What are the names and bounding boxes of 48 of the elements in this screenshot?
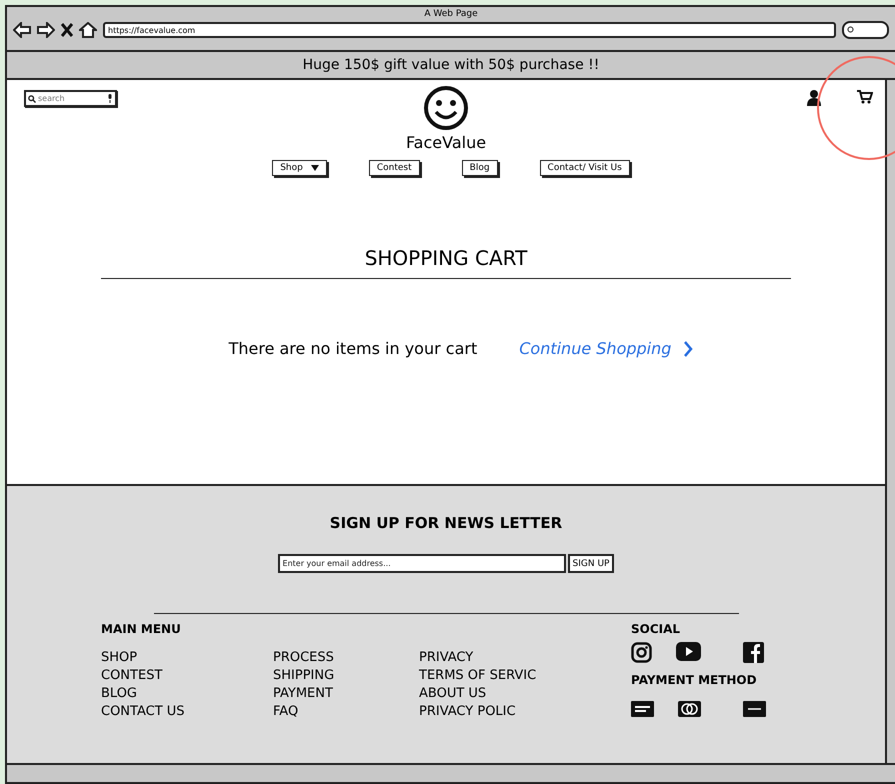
continue-shopping-link[interactable]: Continue Shopping bbox=[519, 339, 694, 358]
nav-button[interactable]: Blog bbox=[462, 160, 498, 176]
cart-icon[interactable] bbox=[857, 90, 873, 104]
footer-link[interactable]: ABOUT US bbox=[419, 686, 619, 701]
search-field[interactable]: search bbox=[24, 90, 117, 107]
footer-link[interactable]: CONTACT US bbox=[101, 704, 273, 719]
forward-icon[interactable] bbox=[37, 22, 55, 38]
user-icon[interactable] bbox=[807, 90, 821, 106]
nav-button[interactable]: Shop bbox=[272, 160, 327, 176]
chevron-icon bbox=[683, 340, 694, 358]
newsletter-heading: SIGN UP FOR NEWS LETTER bbox=[330, 514, 562, 532]
footer-link[interactable]: SHOP bbox=[101, 650, 273, 665]
smiley-logo-icon bbox=[423, 85, 469, 131]
facebook-icon[interactable] bbox=[743, 642, 764, 663]
email-field[interactable]: Enter your email address... bbox=[278, 554, 566, 573]
promo-banner: Huge 150$ gift value with 50$ purchase !! bbox=[7, 50, 895, 80]
close-icon[interactable] bbox=[61, 23, 73, 37]
card-icon bbox=[631, 701, 654, 717]
footer-link[interactable]: CONTEST bbox=[101, 668, 273, 683]
footer-link[interactable]: PRIVACY bbox=[419, 650, 619, 665]
footer-link[interactable]: PAYMENT bbox=[273, 686, 419, 701]
menu-heading: MAIN MENU bbox=[101, 622, 182, 636]
address-bar[interactable]: https://facevalue.com bbox=[103, 22, 836, 38]
back-icon[interactable] bbox=[13, 22, 31, 38]
sign-up-button[interactable]: SIGN UP bbox=[568, 554, 614, 573]
footer-link[interactable]: PROCESS bbox=[273, 650, 419, 665]
microphone-icon[interactable] bbox=[107, 94, 113, 103]
search-icon bbox=[847, 26, 855, 34]
social-heading: SOCIAL bbox=[631, 622, 682, 636]
nav-button[interactable]: Contact/ Visit Us bbox=[540, 160, 630, 176]
search-icon bbox=[28, 94, 36, 102]
instagram-icon[interactable] bbox=[631, 642, 652, 663]
window-title: A Web Page bbox=[423, 8, 479, 19]
nav-button[interactable]: Contest bbox=[368, 160, 420, 176]
footer-link[interactable]: TERMS OF SERVIC bbox=[419, 668, 619, 683]
play-icon[interactable] bbox=[676, 642, 701, 661]
footer-link[interactable]: BLOG bbox=[101, 686, 273, 701]
footer-link[interactable]: SHIPPING bbox=[273, 668, 419, 683]
footer-link[interactable]: PRIVACY POLIC bbox=[419, 704, 619, 719]
payment-heading: PAYMENT METHOD bbox=[631, 673, 758, 687]
page-title: SHOPPING CART bbox=[101, 246, 791, 279]
card-icon bbox=[743, 701, 766, 717]
empty-cart-message: There are no items in your cart bbox=[228, 339, 478, 358]
footer-link[interactable]: FAQ bbox=[273, 704, 419, 719]
brand-name: FaceValue bbox=[406, 133, 486, 152]
browser-search-field[interactable] bbox=[842, 21, 889, 39]
mastercard-icon bbox=[678, 701, 701, 717]
home-icon[interactable] bbox=[79, 22, 97, 38]
